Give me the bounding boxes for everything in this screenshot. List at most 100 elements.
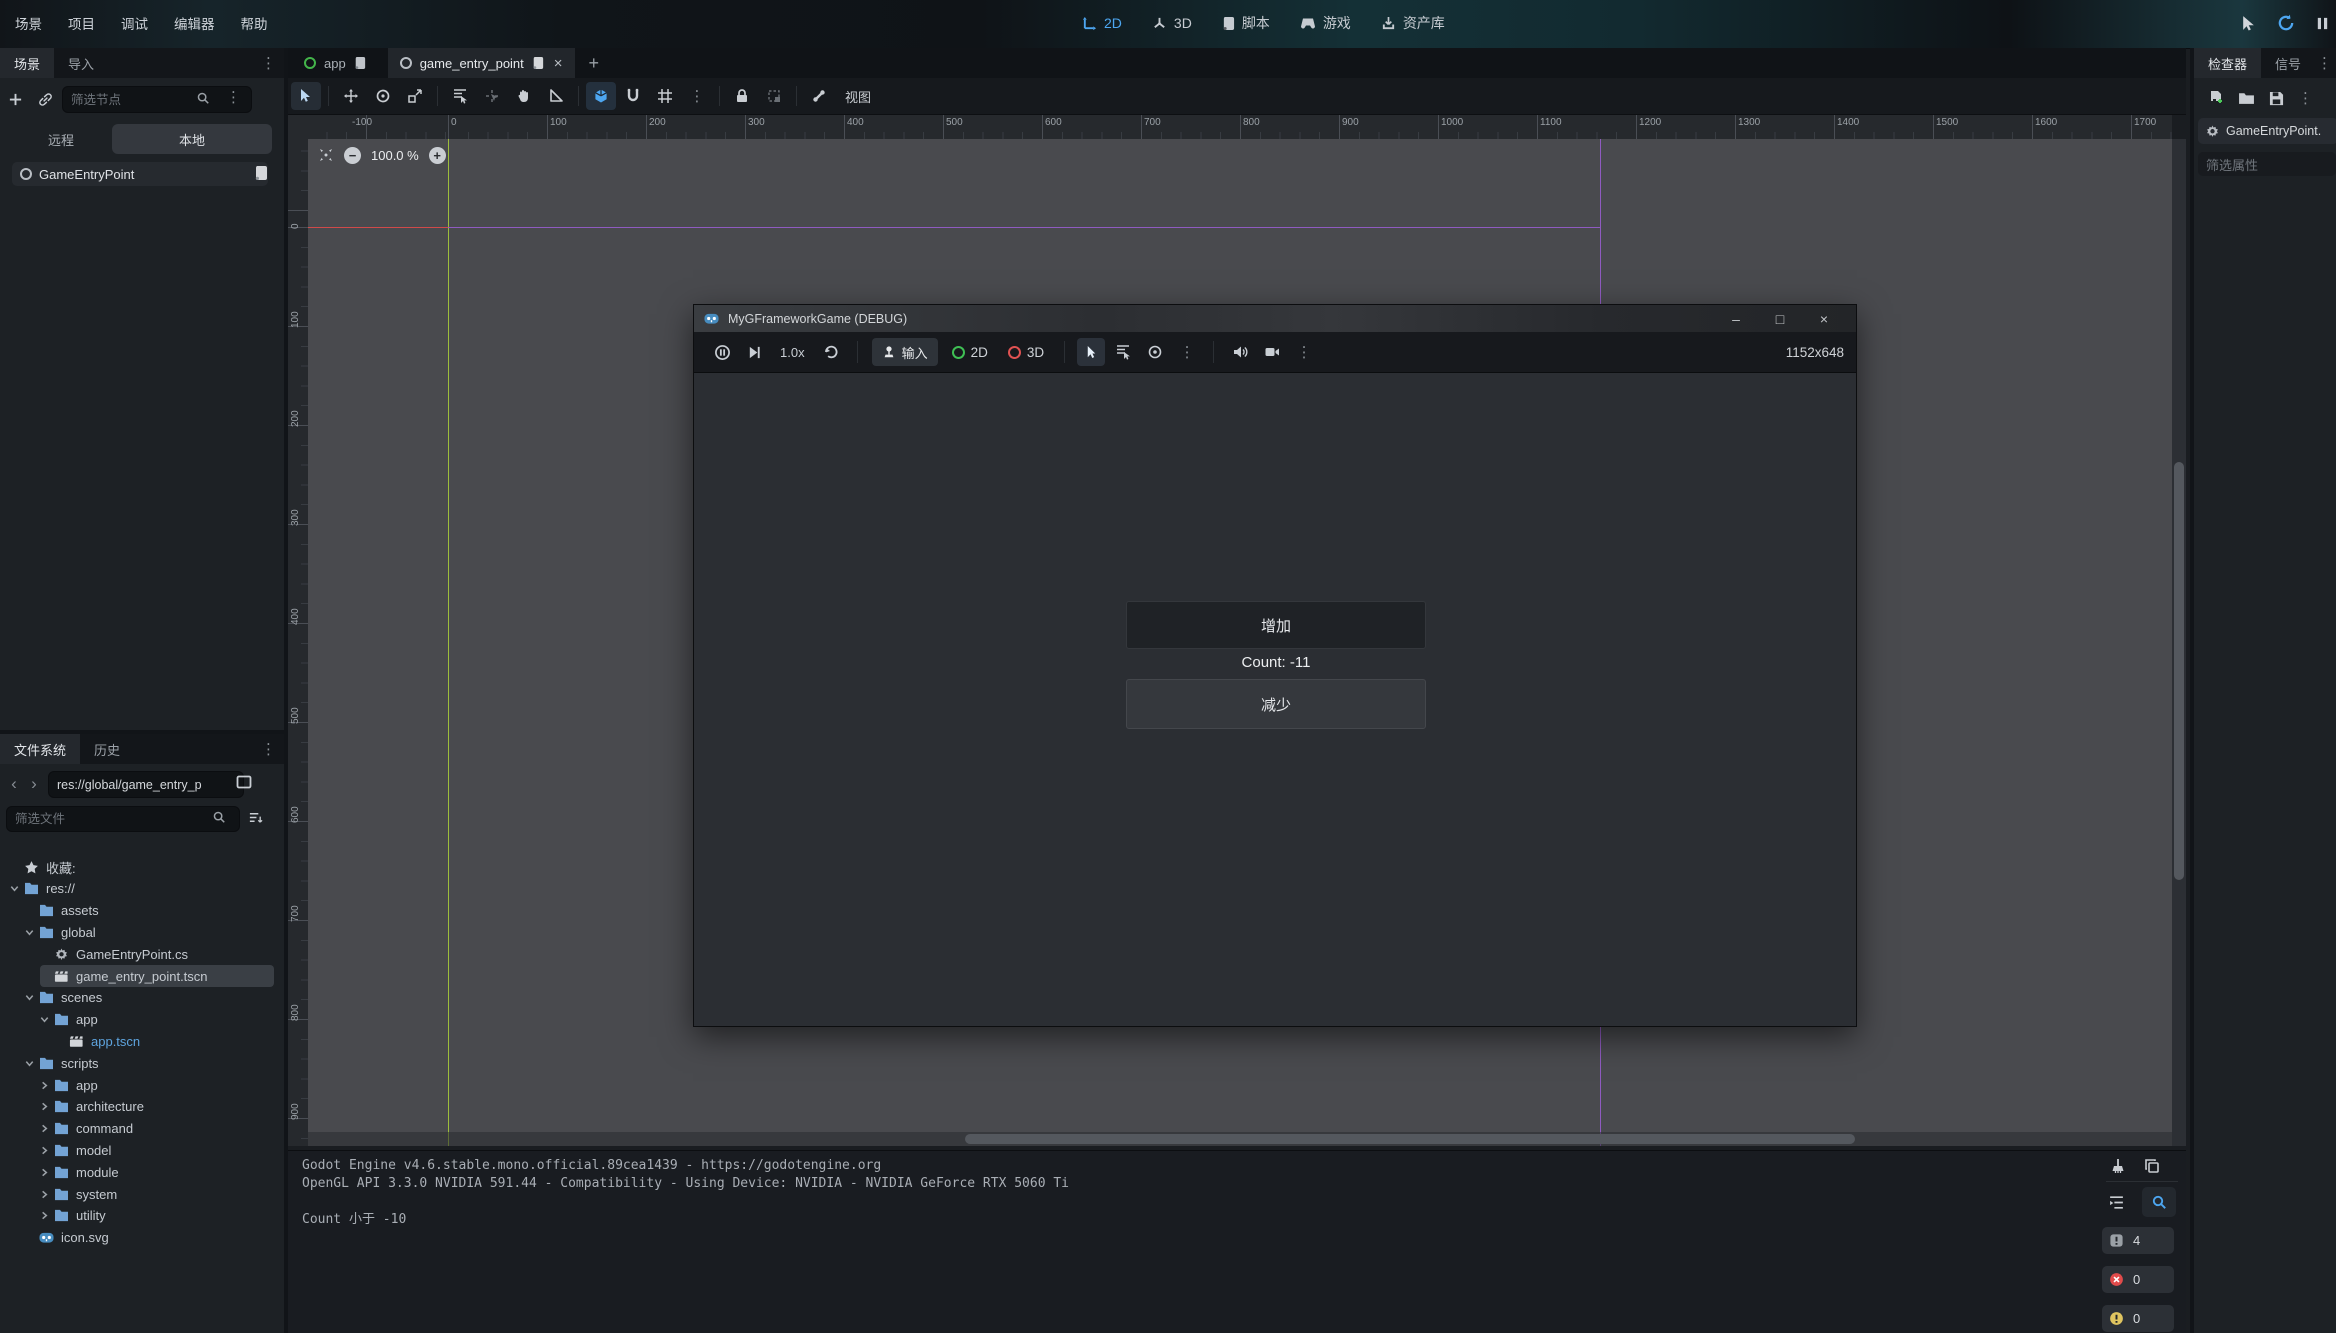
file-tree-item[interactable]: game_entry_point.tscn [0, 965, 284, 987]
workspace-tab-2D[interactable]: 2D [1082, 15, 1122, 31]
lock-selected-icon[interactable] [727, 82, 757, 110]
file-tree-item[interactable]: 收藏: [0, 856, 284, 878]
show-selection-list-icon[interactable] [445, 82, 475, 110]
scene-tab-game-entry-point[interactable]: game_entry_point × [388, 48, 575, 78]
menu-调试[interactable]: 调试 [108, 0, 161, 46]
workspace-tab-资产库[interactable]: 资产库 [1381, 13, 1445, 33]
pause-icon[interactable] [2315, 16, 2330, 31]
viewport-hscrollbar[interactable] [308, 1132, 2172, 1146]
select-tool-icon[interactable] [291, 82, 321, 110]
scene-tree-root-node[interactable]: GameEntryPoint [12, 162, 268, 186]
grid-snap-icon[interactable] [650, 82, 680, 110]
filesystem-menu-icon[interactable]: ⋮ [261, 742, 284, 757]
chevron-down-icon[interactable] [23, 926, 35, 938]
rotate-tool-icon[interactable] [368, 82, 398, 110]
scene-filter-menu-icon[interactable]: ⋮ [226, 90, 241, 105]
pick-node-icon[interactable] [1077, 338, 1105, 366]
maximize-button[interactable]: □ [1758, 305, 1802, 332]
workspace-tab-脚本[interactable]: 脚本 [1222, 13, 1270, 33]
menu-项目[interactable]: 项目 [55, 0, 108, 46]
script-icon[interactable] [254, 165, 268, 181]
file-tree-item[interactable]: app [0, 1009, 284, 1031]
ruler-tool-icon[interactable] [541, 82, 571, 110]
tab-import[interactable]: 导入 [54, 48, 108, 78]
tab-inspector[interactable]: 检查器 [2194, 48, 2261, 78]
file-tree-item[interactable]: assets [0, 900, 284, 922]
skeleton-options-icon[interactable] [804, 82, 834, 110]
filter-nodes-input[interactable] [62, 86, 252, 113]
resource-menu-icon[interactable]: ⋮ [2298, 91, 2313, 106]
scale-tool-icon[interactable] [400, 82, 430, 110]
warning-count-badge[interactable]: 0 [2102, 1305, 2174, 1332]
menu-编辑器[interactable]: 编辑器 [161, 0, 228, 46]
chevron-right-icon[interactable] [38, 1166, 50, 1178]
game-window-titlebar[interactable]: MyGFrameworkGame (DEBUG) – □ × [694, 305, 1856, 332]
next-frame-icon[interactable] [740, 338, 768, 366]
tab-scene[interactable]: 场景 [0, 48, 54, 78]
file-tree-item[interactable]: system [0, 1183, 284, 1205]
tab-filesystem[interactable]: 文件系统 [0, 734, 80, 764]
chevron-right-icon[interactable] [38, 1144, 50, 1156]
local-toggle[interactable]: 本地 [112, 124, 272, 154]
zoom-percentage[interactable]: 100.0 % [371, 148, 419, 163]
hscrollbar-thumb[interactable] [965, 1134, 1855, 1144]
output-console[interactable]: Godot Engine v4.6.stable.mono.official.8… [302, 1157, 2096, 1229]
instance-scene-icon[interactable] [30, 92, 60, 107]
chevron-right-icon[interactable] [38, 1123, 50, 1135]
message-count-badge[interactable]: 4 [2102, 1227, 2174, 1254]
chevron-right-icon[interactable] [38, 1101, 50, 1113]
close-button[interactable]: × [1802, 305, 1846, 332]
file-tree-item[interactable]: utility [0, 1205, 284, 1227]
chevron-down-icon[interactable] [38, 1014, 50, 1026]
menu-帮助[interactable]: 帮助 [228, 0, 281, 46]
search-output-button[interactable] [2142, 1187, 2176, 1217]
view-menu[interactable]: 视图 [835, 87, 881, 106]
zoom-in-button[interactable]: + [429, 147, 446, 164]
copy-output-icon[interactable] [2140, 1154, 2164, 1178]
zoom-out-button[interactable]: − [344, 147, 361, 164]
vscrollbar-thumb[interactable] [2174, 462, 2184, 880]
camera-override-icon[interactable] [1258, 338, 1286, 366]
error-count-badge[interactable]: 0 [2102, 1266, 2174, 1293]
game-debug-window[interactable]: MyGFrameworkGame (DEBUG) – □ × 1.0x [693, 304, 1857, 1027]
sort-files-icon[interactable] [248, 810, 263, 825]
file-tree-item[interactable]: icon.svg [0, 1227, 284, 1249]
viewport-vscrollbar[interactable] [2172, 139, 2186, 1146]
new-resource-icon[interactable] [2208, 90, 2224, 106]
smart-snap-icon[interactable] [618, 82, 648, 110]
file-tree-item[interactable]: app [0, 1074, 284, 1096]
file-tree-item[interactable]: scripts [0, 1052, 284, 1074]
mode-2d-button[interactable]: 2D [952, 345, 988, 360]
filter-files-input[interactable] [6, 806, 240, 832]
move-pivot-icon[interactable] [477, 82, 507, 110]
chevron-right-icon[interactable] [38, 1210, 50, 1222]
pick-options-menu-icon[interactable]: ⋮ [1173, 338, 1201, 366]
chevron-down-icon[interactable] [23, 1057, 35, 1069]
chevron-right-icon[interactable] [38, 1079, 50, 1091]
clear-output-icon[interactable] [2106, 1154, 2130, 1178]
close-tab-icon[interactable]: × [554, 55, 563, 72]
new-scene-tab-icon[interactable]: + [575, 48, 614, 78]
chevron-down-icon[interactable] [8, 883, 20, 895]
suspend-game-icon[interactable] [708, 338, 736, 366]
workspace-tab-3D[interactable]: 3D [1152, 15, 1192, 31]
collapse-messages-icon[interactable] [2104, 1190, 2128, 1214]
focus-selection-icon[interactable] [1141, 338, 1169, 366]
menu-场景[interactable]: 场景 [2, 0, 55, 46]
scene-tab-app[interactable]: app [292, 48, 378, 78]
workspace-tab-游戏[interactable]: 游戏 [1300, 13, 1351, 33]
mode-3d-button[interactable]: 3D [1008, 345, 1044, 360]
add-node-icon[interactable] [0, 92, 30, 107]
nav-forward-icon[interactable]: › [24, 774, 44, 794]
chevron-right-icon[interactable] [38, 1188, 50, 1200]
inspector-dock-menu-icon[interactable]: ⋮ [2317, 56, 2336, 71]
file-tree-item[interactable]: GameEntryPoint.cs [0, 943, 284, 965]
nav-back-icon[interactable]: ‹ [4, 774, 24, 794]
move-tool-icon[interactable] [336, 82, 366, 110]
file-tree-item[interactable]: scenes [0, 987, 284, 1009]
save-resource-icon[interactable] [2269, 91, 2284, 106]
file-tree-item[interactable]: res:// [0, 878, 284, 900]
scene-dock-menu-icon[interactable]: ⋮ [261, 56, 284, 71]
tab-history[interactable]: 历史 [80, 734, 134, 764]
play-cursor-icon[interactable] [2240, 15, 2257, 32]
